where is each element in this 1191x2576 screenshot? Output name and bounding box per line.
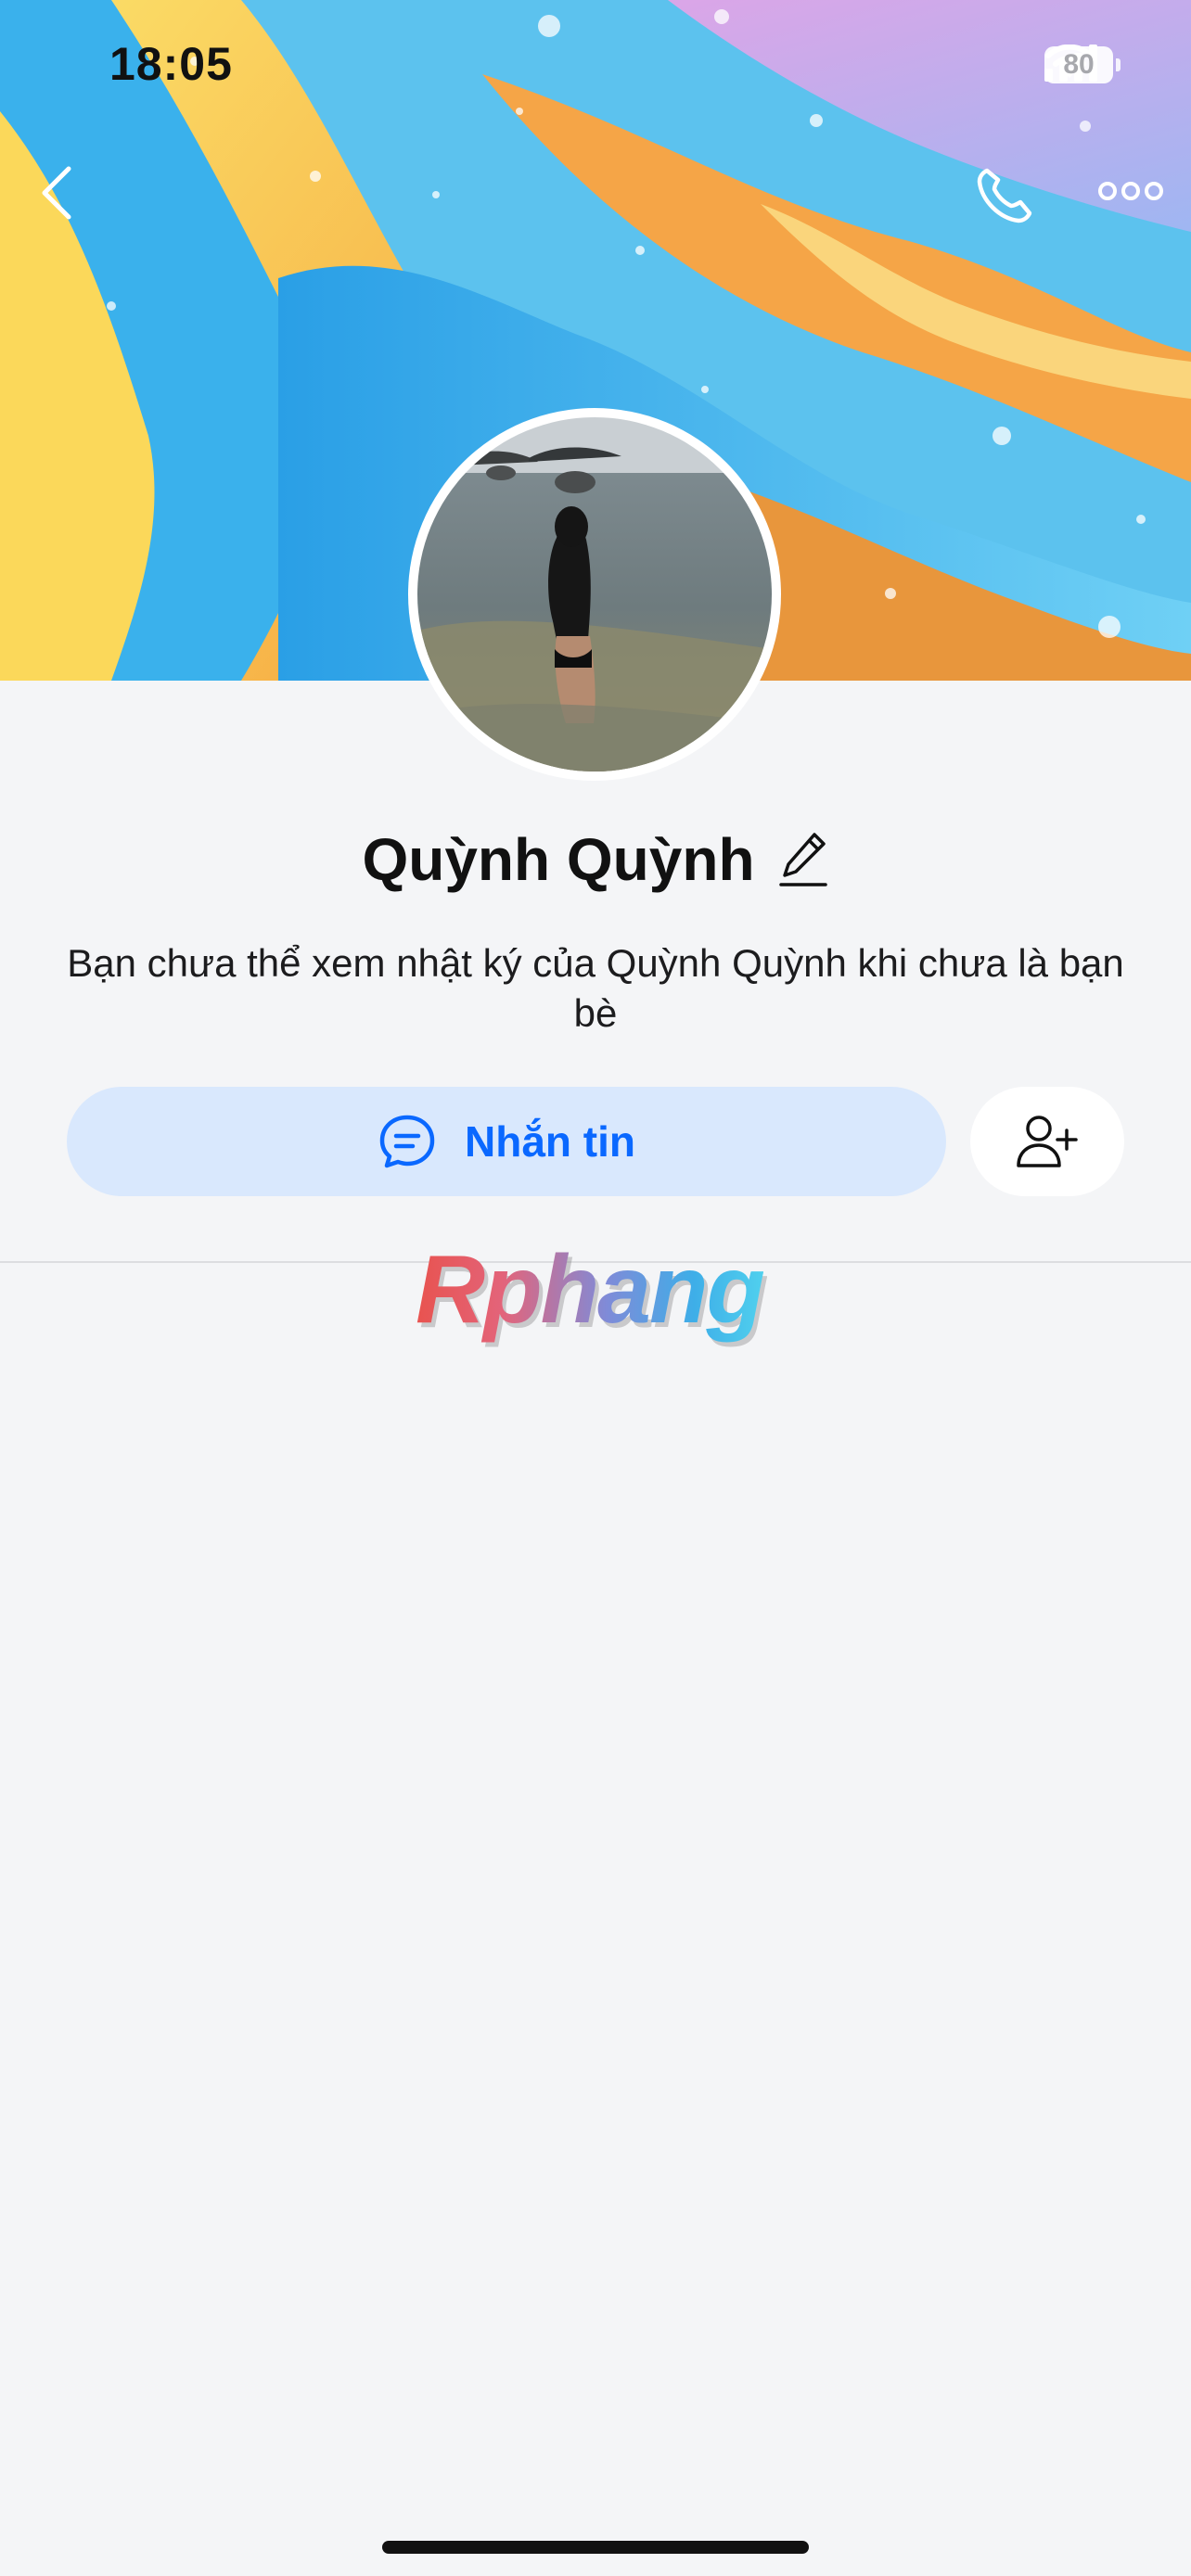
chevron-left-icon [42,166,71,220]
status-time: 18:05 [109,38,233,90]
pencil-icon[interactable] [777,829,829,890]
message-button-label: Nhắn tin [465,1117,635,1166]
message-button[interactable]: Nhắn tin [67,1087,946,1196]
more-dots-icon [1098,182,1163,200]
profile-name-row: Quỳnh Quỳnh [0,825,1191,894]
watermark-logo: Rphang [416,1236,765,1344]
profile-avatar[interactable] [408,408,781,781]
profile-name: Quỳnh Quỳnh [362,826,755,893]
profile-screen: 18:05 80 Quỳnh Quỳnh Bạn chưa thể xem nh… [0,0,1191,2576]
call-button[interactable] [974,163,1037,226]
privacy-note: Bạn chưa thể xem nhật ký của Quỳnh Quỳnh… [67,941,1124,1035]
more-options-button[interactable] [1098,172,1163,210]
battery-indicator: 80 [1044,46,1121,83]
home-indicator[interactable] [382,2541,809,2554]
battery-level: 80 [1063,49,1095,80]
back-button[interactable] [33,159,78,226]
phone-icon [977,168,1032,223]
add-friend-button[interactable] [970,1087,1124,1196]
status-indicators: 80 [1044,45,1121,85]
avatar-photo [417,417,772,772]
add-user-icon [1017,1116,1078,1167]
chat-bubble-icon [379,1115,435,1168]
